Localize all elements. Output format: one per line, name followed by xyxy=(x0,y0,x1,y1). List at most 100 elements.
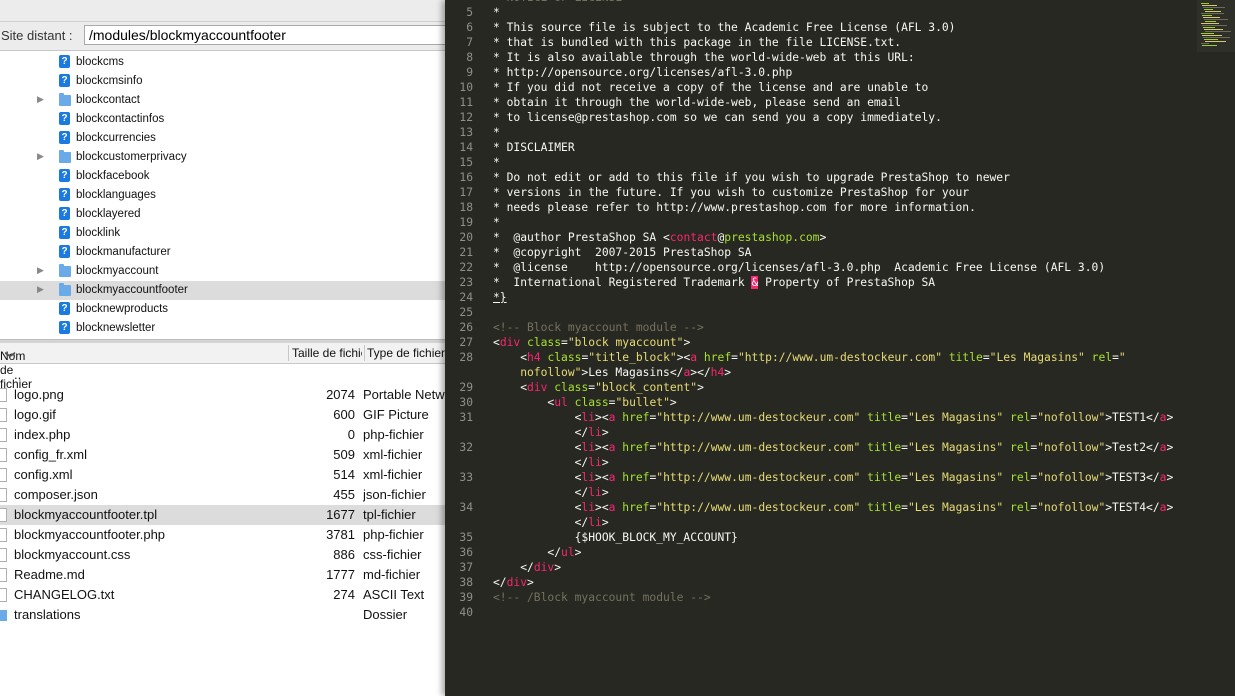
column-header-type[interactable]: Type de fichier xyxy=(367,346,445,360)
code-token: href xyxy=(703,351,732,364)
code-line-text: * xyxy=(493,155,500,170)
column-divider[interactable] xyxy=(364,345,365,361)
code-line[interactable]: </li> xyxy=(445,485,1235,500)
code-line[interactable]: 31 <li><a href="http://www.um-destockeur… xyxy=(445,410,1235,425)
column-divider[interactable] xyxy=(288,345,289,361)
code-line[interactable]: 29 <div class="block_content"> xyxy=(445,380,1235,395)
tree-item-blockmyaccount[interactable]: ▶ blockmyaccount xyxy=(0,262,445,281)
file-row[interactable]: logo.png 2074 Portable Network Graphics xyxy=(0,385,445,405)
code-line[interactable]: 35 {$HOOK_BLOCK_MY_ACCOUNT} xyxy=(445,530,1235,545)
disclosure-triangle-icon[interactable]: ▶ xyxy=(37,94,44,105)
code-line[interactable]: 25 xyxy=(445,305,1235,320)
code-editor[interactable]: * NOTICE OF LICENSE5*6* This source file… xyxy=(445,0,1235,696)
file-icon xyxy=(0,408,7,422)
code-line[interactable]: 39 <!-- /Block myaccount module --> xyxy=(445,590,1235,605)
code-line[interactable]: 9 * http://opensource.org/licenses/afl-3.… xyxy=(445,65,1235,80)
code-line[interactable]: 21 * @copyright 2007-2015 PrestaShop SA xyxy=(445,245,1235,260)
column-header-size[interactable]: Taille de fichier xyxy=(292,346,362,360)
file-row[interactable]: blockmyaccount.css 886 css-fichier xyxy=(0,545,445,565)
remote-file-list: ..logo.png2074Portable Network Graphicsl… xyxy=(0,363,445,663)
code-line[interactable]: </li> xyxy=(445,425,1235,440)
file-row[interactable]: config_fr.xml 509 xml-fichier xyxy=(0,445,445,465)
code-line[interactable]: 10 * If you did not receive a copy of the… xyxy=(445,80,1235,95)
file-name: translations xyxy=(14,607,81,622)
file-row[interactable]: blockmyaccountfooter.php 3781 php-fichier xyxy=(0,525,445,545)
code-line[interactable]: 17 * versions in the future. If you wish … xyxy=(445,185,1235,200)
code-line[interactable]: 5 * xyxy=(445,5,1235,20)
code-line[interactable]: 30 <ul class="bullet"> xyxy=(445,395,1235,410)
code-line[interactable]: 34 <li><a href="http://www.um-destockeur… xyxy=(445,500,1235,515)
code-line[interactable]: 33 <li><a href="http://www.um-destockeur… xyxy=(445,470,1235,485)
code-token: * International Registered Trademark xyxy=(493,276,752,289)
code-line[interactable]: 22 * @license http://opensource.org/licen… xyxy=(445,260,1235,275)
code-line[interactable]: 36 </ul> xyxy=(445,545,1235,560)
tree-item-blockcmsinfo[interactable]: ? blockcmsinfo xyxy=(0,72,445,91)
folder-icon xyxy=(59,264,71,277)
file-row[interactable]: .. xyxy=(0,365,445,385)
code-line[interactable]: 19 * xyxy=(445,215,1235,230)
code-line[interactable]: </li> xyxy=(445,515,1235,530)
code-line[interactable]: 18 * needs please refer to http://www.pre… xyxy=(445,200,1235,215)
line-number: 15 xyxy=(459,156,473,169)
tree-item-blockcontact[interactable]: ▶ blockcontact xyxy=(0,91,445,110)
code-text-area[interactable]: * NOTICE OF LICENSE5*6* This source file… xyxy=(445,0,1235,620)
code-line[interactable]: 16 * Do not edit or add to this file if y… xyxy=(445,170,1235,185)
tree-item-blockcurrencies[interactable]: ? blockcurrencies xyxy=(0,129,445,148)
minimap[interactable] xyxy=(1197,0,1235,52)
tree-item-blockfacebook[interactable]: ? blockfacebook xyxy=(0,167,445,186)
file-row[interactable]: Readme.md 1777 md-fichier xyxy=(0,565,445,585)
code-line[interactable]: nofollow">Les Magasins</a></h4> xyxy=(445,365,1235,380)
line-number: 25 xyxy=(459,306,473,319)
code-token: = xyxy=(901,411,908,424)
code-line[interactable]: 8 * It is also available through the worl… xyxy=(445,50,1235,65)
code-line[interactable]: 27 <div class="block myaccount"> xyxy=(445,335,1235,350)
code-line[interactable]: 32 <li><a href="http://www.um-destockeur… xyxy=(445,440,1235,455)
file-icon xyxy=(0,568,7,582)
code-line[interactable]: 15 * xyxy=(445,155,1235,170)
tree-item-blocklanguages[interactable]: ? blocklanguages xyxy=(0,186,445,205)
code-line[interactable]: 12 * to license@prestashop.com so we can … xyxy=(445,110,1235,125)
code-line[interactable]: 28 <h4 class="title_block"><a href="http… xyxy=(445,350,1235,365)
tree-item-blockmanufacturer[interactable]: ? blockmanufacturer xyxy=(0,243,445,262)
file-row[interactable]: composer.json 455 json-fichier xyxy=(0,485,445,505)
code-line[interactable]: 13 * xyxy=(445,125,1235,140)
file-row[interactable]: config.xml 514 xml-fichier xyxy=(0,465,445,485)
file-row[interactable]: logo.gif 600 GIF Picture xyxy=(0,405,445,425)
file-row[interactable]: CHANGELOG.txt 274 ASCII Text xyxy=(0,585,445,605)
code-line[interactable]: 38 </div> xyxy=(445,575,1235,590)
file-row[interactable]: index.php 0 php-fichier xyxy=(0,425,445,445)
code-token: > xyxy=(554,561,562,574)
tree-item-blocknewsletter[interactable]: ? blocknewsletter xyxy=(0,319,445,338)
file-row[interactable]: translations Dossier xyxy=(0,605,445,625)
minimap-line xyxy=(1205,21,1216,22)
code-line[interactable]: 23 * International Registered Trademark &… xyxy=(445,275,1235,290)
code-line[interactable]: </li> xyxy=(445,455,1235,470)
tree-item-blocklink[interactable]: ? blocklink xyxy=(0,224,445,243)
code-line[interactable]: 14 * DISCLAIMER xyxy=(445,140,1235,155)
disclosure-triangle-icon[interactable]: ▶ xyxy=(37,284,44,295)
code-line[interactable]: 7 * that is bundled with this package in … xyxy=(445,35,1235,50)
file-row[interactable]: blockmyaccountfooter.tpl 1677 tpl-fichier xyxy=(0,505,445,525)
code-line[interactable]: 26 <!-- Block myaccount module --> xyxy=(445,320,1235,335)
code-line[interactable]: 37 </div> xyxy=(445,560,1235,575)
tree-item-blockcms[interactable]: ? blockcms xyxy=(0,53,445,72)
code-token: li xyxy=(581,441,596,454)
disclosure-triangle-icon[interactable]: ▶ xyxy=(37,151,44,162)
tree-item-blocknewproducts[interactable]: ? blocknewproducts xyxy=(0,300,445,319)
code-line[interactable]: 20 * @author PrestaShop SA <contact@prest… xyxy=(445,230,1235,245)
code-token: Property of PrestaShop SA xyxy=(758,276,936,289)
tree-item-blocklayered[interactable]: ? blocklayered xyxy=(0,205,445,224)
disclosure-triangle-icon[interactable]: ▶ xyxy=(37,265,44,276)
code-line[interactable]: 24 *} xyxy=(445,290,1235,305)
code-line[interactable]: 11 * obtain it through the world-wide-web… xyxy=(445,95,1235,110)
remote-path-input[interactable]: /modules/blockmyaccountfooter xyxy=(84,25,445,45)
tree-item-blockcontactinfos[interactable]: ? blockcontactinfos xyxy=(0,110,445,129)
line-number: 29 xyxy=(459,381,473,394)
tree-item-blockcustomerprivacy[interactable]: ▶ blockcustomerprivacy xyxy=(0,148,445,167)
code-token: "Les Magasins" xyxy=(907,411,1004,424)
code-line[interactable]: 40 xyxy=(445,605,1235,620)
tree-item-blockmyaccountfooter[interactable]: ▶ blockmyaccountfooter xyxy=(0,281,445,300)
code-line[interactable]: 6 * This source file is subject to the Ac… xyxy=(445,20,1235,35)
